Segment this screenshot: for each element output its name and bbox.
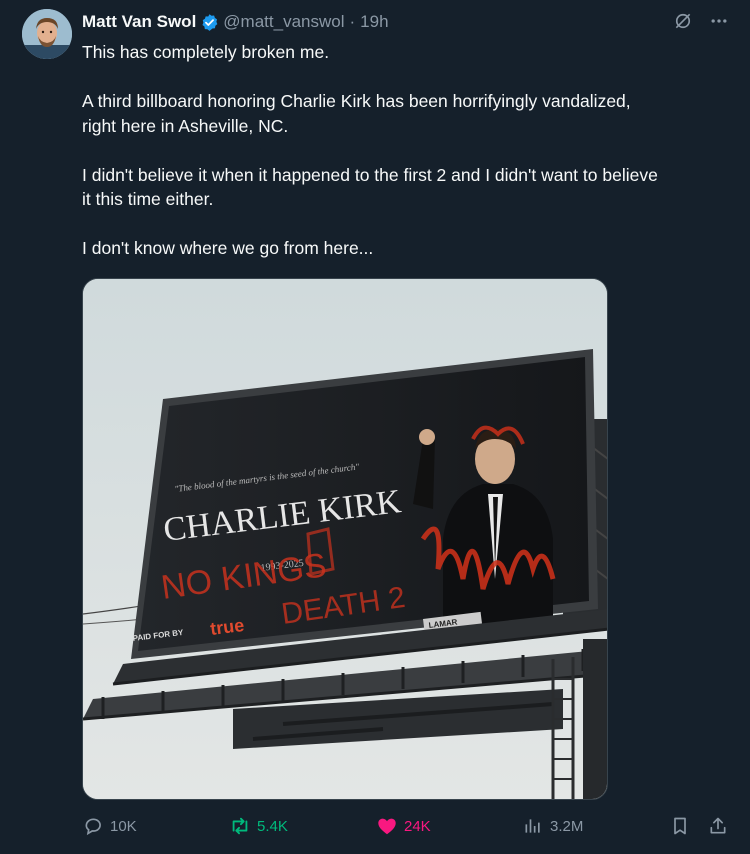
bookmark-button[interactable] [669, 815, 697, 837]
billboard-sponsor: true [209, 615, 245, 639]
tweet-text: This has completely broken me. A third b… [82, 42, 658, 258]
verified-badge-icon [200, 13, 219, 32]
views-count: 3.2M [550, 817, 584, 835]
reply-count: 10K [110, 817, 137, 835]
views-button[interactable]: 3.2M [522, 815, 583, 837]
separator: · [349, 12, 356, 31]
repost-button[interactable]: 5.4K [229, 815, 288, 837]
timestamp[interactable]: 19h [360, 12, 388, 32]
reply-button[interactable]: 10K [82, 815, 137, 837]
more-icon[interactable] [708, 10, 730, 32]
repost-icon [229, 815, 251, 837]
share-button[interactable] [707, 815, 735, 837]
avatar[interactable] [22, 9, 72, 59]
tweet: Matt Van Swol @matt_vanswol · 19h This h… [0, 0, 750, 854]
reply-icon [82, 815, 104, 837]
repost-count: 5.4K [257, 817, 288, 835]
like-icon [376, 815, 398, 837]
views-icon [522, 815, 544, 837]
bookmark-icon [669, 815, 691, 837]
like-count: 24K [404, 817, 431, 835]
tweet-image[interactable]: "The blood of the martyrs is the seed of… [82, 278, 608, 800]
action-bar: 10K 5.4K 24K 3.2M [82, 815, 732, 845]
tweet-header: Matt Van Swol @matt_vanswol · 19h [82, 10, 389, 34]
share-icon [707, 815, 729, 837]
author-name[interactable]: Matt Van Swol [82, 12, 196, 32]
like-button[interactable]: 24K [376, 815, 431, 837]
grok-icon[interactable] [672, 10, 694, 32]
author-handle[interactable]: @matt_vanswol [223, 12, 344, 32]
tweet-top-actions [672, 10, 730, 32]
